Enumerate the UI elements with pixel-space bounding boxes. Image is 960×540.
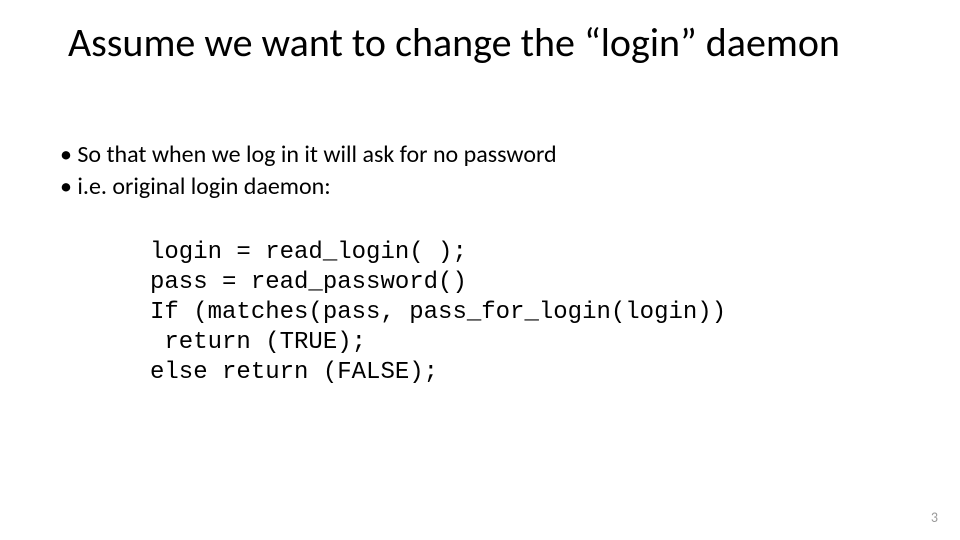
slide-title: Assume we want to change the “login” dae… [68,20,898,66]
slide: Assume we want to change the “login” dae… [0,0,960,540]
code-line: login = read_login( ); [150,239,467,266]
code-line: return (TRUE); [150,329,366,356]
code-line: else return (FALSE); [150,359,438,386]
code-line: If (matches(pass, pass_for_login(login)) [150,299,726,326]
code-block: login = read_login( ); pass = read_passw… [150,208,900,418]
page-number: 3 [931,509,938,526]
code-line: pass = read_password() [150,269,467,296]
bullet-item: So that when we log in it will ask for n… [60,140,900,170]
slide-body: So that when we log in it will ask for n… [60,140,900,418]
bullet-item: i.e. original login daemon: [60,172,900,202]
